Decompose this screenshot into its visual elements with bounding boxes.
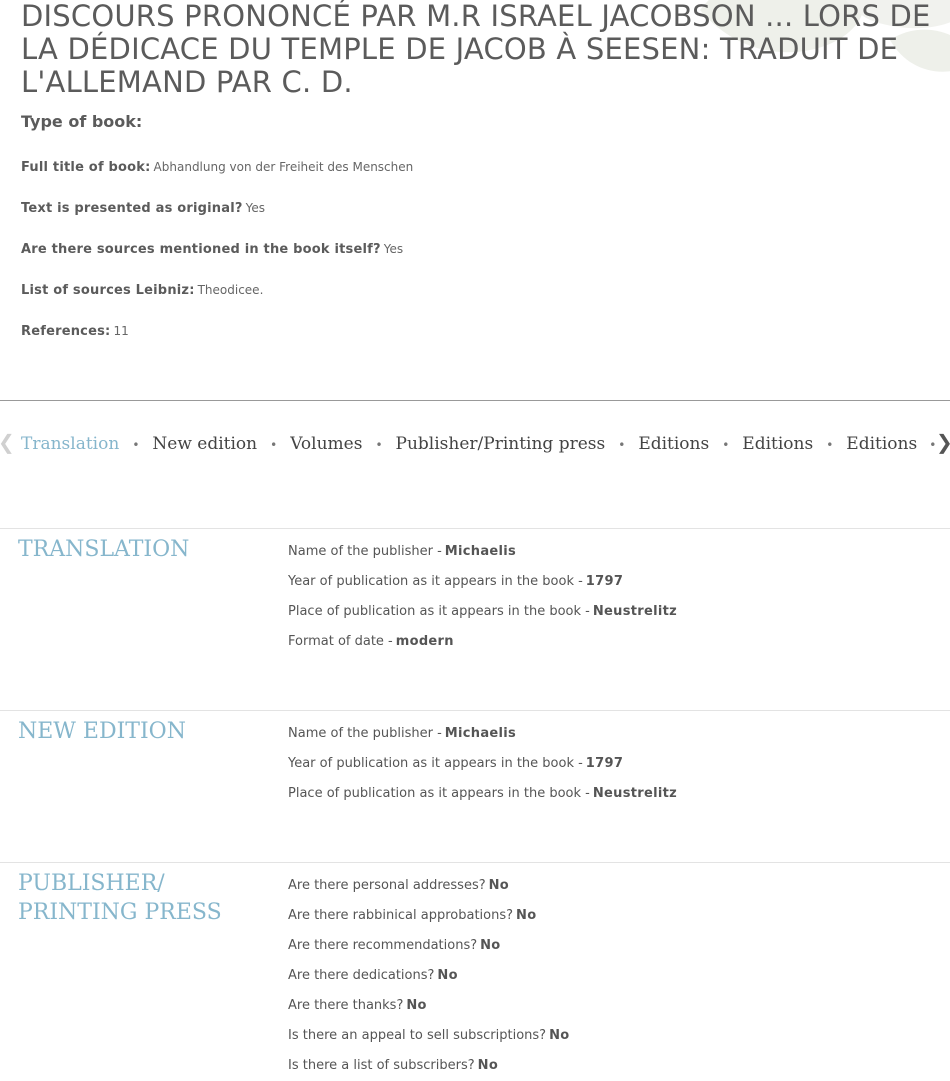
section-title: TRANSLATION bbox=[18, 537, 190, 562]
field-value: 11 bbox=[113, 324, 129, 338]
info-row: Are there personal addresses? No bbox=[288, 871, 569, 901]
book-title: DISCOURS PRONONCÉ PAR M.R ISRAEL JACOBSO… bbox=[21, 0, 931, 99]
tab-separator: • bbox=[618, 438, 626, 452]
section-title: PUBLISHER/ PRINTING PRESS bbox=[18, 871, 222, 925]
info-row: Are there rabbinical approbations? No bbox=[288, 901, 569, 931]
info-row: Place of publication as it appears in th… bbox=[288, 597, 677, 627]
row-value: No bbox=[549, 1028, 570, 1043]
row-value: No bbox=[516, 908, 537, 923]
section-rows: Name of the publisher - Michaelis Year of… bbox=[288, 537, 677, 657]
section-title: NEW EDITION bbox=[18, 719, 186, 744]
type-of-book-label: Type of book: bbox=[21, 112, 143, 131]
tab-separator: • bbox=[722, 438, 730, 452]
info-row: Is there a list of subscribers? No bbox=[288, 1051, 569, 1081]
chevron-left-icon[interactable]: ❮ bbox=[0, 432, 15, 452]
section-translation: TRANSLATION Name of the publisher - Micha… bbox=[0, 528, 950, 711]
field-label: References: bbox=[21, 324, 111, 339]
field-value: Yes bbox=[245, 201, 266, 215]
row-value: No bbox=[488, 878, 510, 893]
row-label: Name of the publisher - bbox=[288, 544, 442, 559]
tab-strip: Translation • New edition • Volumes • Publishe… bbox=[21, 428, 935, 460]
field-sources-mentioned: Are there sources mentioned in the book … bbox=[21, 242, 403, 257]
row-value: modern bbox=[395, 634, 454, 649]
field-full-title: Full title of book: Abhandlung von der Fr… bbox=[21, 160, 413, 175]
row-label: Name of the publisher - bbox=[288, 726, 442, 741]
tab-publisher-printing-press[interactable]: Publisher/Printing press bbox=[396, 434, 606, 454]
info-row: Is there an appeal to sell subscriptions… bbox=[288, 1021, 569, 1051]
tab-editions[interactable]: Editions bbox=[846, 434, 917, 454]
row-label: Place of publication as it appears in th… bbox=[288, 786, 590, 801]
tab-volumes[interactable]: Volumes bbox=[290, 434, 362, 454]
row-label: Place of publication as it appears in th… bbox=[288, 604, 590, 619]
row-label: Are there recommendations? bbox=[288, 938, 478, 953]
info-row: Year of publication as it appears in the… bbox=[288, 567, 677, 597]
row-value: Michaelis bbox=[444, 726, 517, 741]
field-value: Theodicee. bbox=[197, 283, 264, 297]
field-label: List of sources Leibniz: bbox=[21, 283, 195, 298]
row-value: No bbox=[406, 998, 427, 1013]
info-row: Are there thanks? No bbox=[288, 991, 569, 1021]
tab-editions[interactable]: Editions bbox=[638, 434, 709, 454]
row-label: Are there personal addresses? bbox=[288, 878, 486, 893]
row-label: Are there dedications? bbox=[288, 968, 435, 983]
section-publisher-printing-press: PUBLISHER/ PRINTING PRESS Are there pers… bbox=[0, 862, 950, 1079]
section-tabs: ❮ Translation • New edition • Volumes • Publis… bbox=[0, 428, 950, 460]
info-row: Place of publication as it appears in th… bbox=[288, 779, 677, 809]
row-value: Michaelis bbox=[444, 544, 517, 559]
section-new-edition: NEW EDITION Name of the publisher - Micha… bbox=[0, 710, 950, 863]
field-presented-as-original: Text is presented as original? Yes bbox=[21, 201, 265, 216]
field-value: Yes bbox=[383, 242, 404, 256]
info-row: Format of date - modern bbox=[288, 627, 677, 657]
section-rows: Are there personal addresses? No Are ther… bbox=[288, 871, 569, 1081]
tab-new-edition[interactable]: New edition bbox=[152, 434, 257, 454]
tab-editions[interactable]: Editions bbox=[742, 434, 813, 454]
divider bbox=[0, 400, 950, 401]
row-value: No bbox=[437, 968, 458, 983]
row-label: Are there rabbinical approbations? bbox=[288, 908, 514, 923]
info-row: Name of the publisher - Michaelis bbox=[288, 719, 677, 749]
row-label: Format of date - bbox=[288, 634, 393, 649]
row-value: No bbox=[477, 1058, 499, 1073]
field-references: References: 11 bbox=[21, 324, 129, 339]
tab-separator: • bbox=[270, 438, 278, 452]
row-label: Year of publication as it appears in the… bbox=[288, 756, 583, 771]
tab-translation[interactable]: Translation bbox=[21, 434, 119, 454]
info-row: Year of publication as it appears in the… bbox=[288, 749, 677, 779]
row-label: Is there an appeal to sell subscriptions… bbox=[288, 1028, 547, 1043]
tab-separator: • bbox=[132, 438, 140, 452]
row-value: Neustrelitz bbox=[592, 786, 677, 801]
row-value: No bbox=[480, 938, 501, 953]
info-row: Are there recommendations? No bbox=[288, 931, 569, 961]
field-label: Full title of book: bbox=[21, 160, 151, 175]
section-rows: Name of the publisher - Michaelis Year of… bbox=[288, 719, 677, 809]
tab-separator: • bbox=[826, 438, 834, 452]
row-value: Neustrelitz bbox=[592, 604, 677, 619]
tab-separator: • bbox=[375, 438, 383, 452]
row-label: Are there thanks? bbox=[288, 998, 404, 1013]
row-label: Is there a list of subscribers? bbox=[288, 1058, 475, 1073]
row-value: 1797 bbox=[585, 574, 624, 589]
field-sources-leibniz: List of sources Leibniz: Theodicee. bbox=[21, 283, 263, 298]
row-value: 1797 bbox=[585, 756, 624, 771]
field-label: Are there sources mentioned in the book … bbox=[21, 242, 381, 257]
tab-separator: • bbox=[929, 438, 935, 452]
info-row: Are there dedications? No bbox=[288, 961, 569, 991]
field-label: Text is presented as original? bbox=[21, 201, 243, 216]
chevron-right-icon[interactable]: ❯ bbox=[936, 432, 950, 452]
row-label: Year of publication as it appears in the… bbox=[288, 574, 583, 589]
info-row: Name of the publisher - Michaelis bbox=[288, 537, 677, 567]
field-value: Abhandlung von der Freiheit des Menschen bbox=[153, 160, 414, 174]
